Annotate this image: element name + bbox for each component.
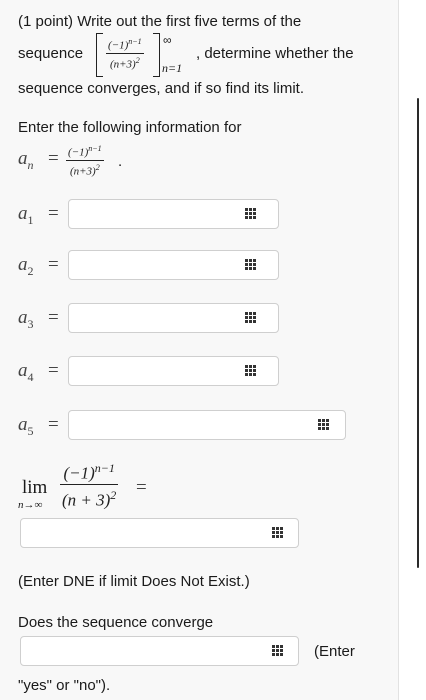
limit-den-exp: 2	[110, 487, 117, 502]
seq-den: (n+3)	[109, 58, 136, 71]
grid-palette-icon[interactable]	[245, 365, 257, 377]
limit-den: (n + 3)	[62, 490, 111, 510]
term-equals-5: =	[48, 414, 59, 435]
scrollbar[interactable]	[417, 98, 419, 568]
an-equals: =	[48, 148, 59, 169]
term-label-1: a1	[18, 203, 34, 227]
limit-num: (−1)	[63, 463, 95, 483]
seq-lower-limit: n=1	[162, 61, 183, 75]
grid-palette-icon[interactable]	[272, 527, 284, 539]
term-label-3: a3	[18, 307, 34, 331]
points-label: (1 point)	[18, 13, 74, 30]
converge-hint-a: (Enter	[314, 643, 355, 660]
lim-label: lim	[22, 477, 48, 498]
term-label-2: a2	[18, 254, 34, 278]
problem-text-1: Write out the first five terms of the	[77, 13, 302, 30]
converge-hint-b: "yes" or "no").	[18, 677, 111, 694]
an-label: an	[18, 148, 34, 172]
problem-text-1b: , determine whether the	[196, 45, 354, 62]
seq-upper-limit: ∞	[163, 33, 172, 47]
grid-palette-icon[interactable]	[272, 645, 284, 657]
sequence-fraction: (−1)n−1 (n+3)2	[106, 35, 144, 71]
term-input-5[interactable]	[68, 410, 346, 440]
seq-num: (−1)	[108, 39, 129, 52]
seq-den-exp: 2	[135, 55, 140, 65]
sequence-word: sequence	[18, 45, 84, 62]
grid-palette-icon[interactable]	[245, 259, 257, 271]
term-equals-2: =	[48, 254, 59, 275]
limit-equals: =	[136, 477, 147, 498]
term-equals-3: =	[48, 307, 59, 328]
problem-line-2: sequence converges, and if so find its l…	[18, 80, 304, 97]
limit-num-exp: n−1	[94, 461, 115, 475]
term-label-4: a4	[18, 360, 34, 384]
formula-period: .	[118, 153, 123, 170]
problem-line-1: (1 point) Write out the first five terms…	[18, 12, 301, 32]
grid-palette-icon[interactable]	[245, 208, 257, 220]
term-label-5: a5	[18, 414, 34, 438]
limit-fraction: (−1)n−1 (n + 3)2	[60, 458, 119, 510]
left-bracket	[96, 33, 103, 77]
lim-subscript: n→∞	[18, 499, 43, 511]
instructions-line: Enter the following information for	[18, 119, 242, 136]
an-formula: (−1)n−1 (n+3)2	[66, 144, 104, 178]
grid-palette-icon[interactable]	[245, 312, 257, 324]
term-equals-4: =	[48, 360, 59, 381]
grid-palette-icon[interactable]	[318, 419, 330, 431]
problem-card	[0, 0, 399, 700]
seq-num-exp: n−1	[128, 37, 142, 46]
term-equals-1: =	[48, 203, 59, 224]
right-bracket	[153, 33, 160, 77]
converge-question: Does the sequence converge	[18, 614, 214, 631]
converge-input[interactable]	[20, 636, 299, 666]
dne-note: (Enter DNE if limit Does Not Exist.)	[18, 573, 250, 590]
limit-input[interactable]	[20, 518, 299, 548]
